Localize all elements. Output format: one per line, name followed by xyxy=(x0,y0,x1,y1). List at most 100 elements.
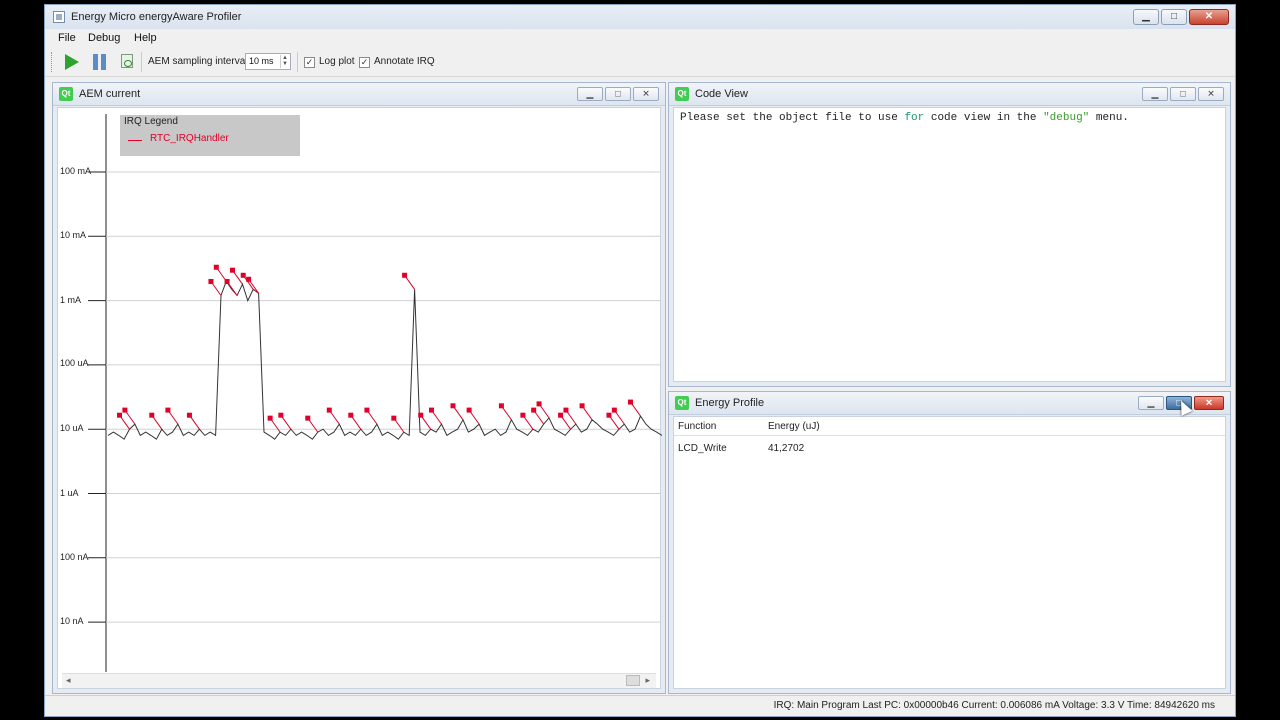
annotate-irq-checkbox[interactable]: ✓ xyxy=(359,57,370,68)
y-tick-label: 1 uA xyxy=(60,488,79,498)
irq-annotation-marker[interactable] xyxy=(418,412,424,418)
irq-annotation-marker[interactable] xyxy=(149,412,155,418)
minimize-icon: ▁ xyxy=(1147,397,1155,408)
title-bar: Energy Micro energyAware Profiler ▁ □ ✕ xyxy=(45,5,1235,30)
minimize-icon: ▁ xyxy=(586,88,594,99)
toolbar-grip[interactable] xyxy=(51,52,55,72)
code-minimize-button[interactable]: ▁ xyxy=(1142,87,1168,101)
irq-annotation-marker[interactable] xyxy=(466,407,472,413)
restore-icon: □ xyxy=(615,88,621,99)
minimize-icon: ▁ xyxy=(1142,11,1150,22)
menu-bar: File Debug Help xyxy=(45,29,1235,47)
qt-icon: Qt xyxy=(675,87,689,101)
energy-minimize-button[interactable]: ▁ xyxy=(1138,396,1164,410)
close-icon: ✕ xyxy=(1207,88,1215,99)
window-title: Energy Micro energyAware Profiler xyxy=(71,11,242,23)
y-tick-label: 100 nA xyxy=(60,552,89,562)
code-close-button[interactable]: ✕ xyxy=(1198,87,1224,101)
column-header-energy[interactable]: Energy (uJ) xyxy=(768,421,820,432)
aem-panel-titlebar[interactable]: Qt AEM current ▁ □ ✕ xyxy=(53,83,665,106)
close-button[interactable]: ✕ xyxy=(1189,9,1229,25)
irq-annotation-marker[interactable] xyxy=(213,264,219,270)
sampling-interval-spinbox[interactable]: 10 ms ▲ ▼ xyxy=(245,53,291,70)
toolbar-separator xyxy=(141,52,142,72)
aem-chart[interactable]: 100 mA 10 mA 1 mA 100 uA 10 uA 1 uA 100 … xyxy=(57,107,662,689)
irq-annotation-marker[interactable] xyxy=(391,415,397,421)
scroll-left-icon[interactable]: ◂ xyxy=(66,675,71,686)
aem-plot-svg xyxy=(88,114,662,672)
pause-icon[interactable] xyxy=(93,54,107,70)
scroll-thumb[interactable] xyxy=(626,675,640,686)
irq-annotation-marker[interactable] xyxy=(606,412,612,418)
irq-annotation-marker[interactable] xyxy=(558,412,564,418)
code-panel-title: Code View xyxy=(695,88,748,100)
irq-annotation-marker[interactable] xyxy=(531,407,537,413)
menu-debug[interactable]: Debug xyxy=(88,32,120,44)
sampling-interval-label: AEM sampling interval xyxy=(148,56,248,67)
sampling-interval-value: 10 ms xyxy=(249,56,274,66)
irq-annotation-marker[interactable] xyxy=(186,412,192,418)
irq-annotation-marker[interactable] xyxy=(364,407,370,413)
y-tick-label: 100 mA xyxy=(60,166,92,176)
row-function: LCD_Write xyxy=(678,443,727,454)
irq-annotation-marker[interactable] xyxy=(165,407,171,413)
table-header: Function Energy (uJ) xyxy=(674,417,1225,436)
irq-annotation-marker[interactable] xyxy=(348,412,354,418)
energy-close-button[interactable]: ✕ xyxy=(1194,396,1224,410)
irq-annotation-marker[interactable] xyxy=(611,407,617,413)
irq-annotation-marker[interactable] xyxy=(224,279,230,285)
restore-icon: □ xyxy=(1180,88,1186,99)
y-tick-label: 10 uA xyxy=(60,423,84,433)
play-icon[interactable] xyxy=(65,54,79,70)
app-icon xyxy=(53,11,65,23)
irq-annotation-marker[interactable] xyxy=(240,272,246,278)
irq-annotation-marker[interactable] xyxy=(117,412,123,418)
aem-restore-button[interactable]: □ xyxy=(605,87,631,101)
irq-annotation-marker[interactable] xyxy=(498,403,504,409)
close-icon: ✕ xyxy=(642,88,650,99)
spin-arrows-icon[interactable]: ▲ ▼ xyxy=(280,55,289,68)
menu-file[interactable]: File xyxy=(58,32,76,44)
irq-annotation-marker[interactable] xyxy=(246,276,252,282)
irq-annotation-marker[interactable] xyxy=(627,399,633,405)
energy-profile-panel: Qt Energy Profile ▁ □ ✕ Function Energy … xyxy=(668,391,1231,694)
irq-annotation-marker[interactable] xyxy=(450,403,456,409)
irq-annotation-marker[interactable] xyxy=(267,415,273,421)
irq-annotation-marker[interactable] xyxy=(122,407,128,413)
irq-annotation-marker[interactable] xyxy=(563,407,569,413)
log-plot-checkbox[interactable]: ✓ xyxy=(304,57,315,68)
minimize-icon: ▁ xyxy=(1151,88,1159,99)
irq-annotation-marker[interactable] xyxy=(229,267,235,273)
irq-annotation-marker[interactable] xyxy=(520,412,526,418)
irq-annotation-marker[interactable] xyxy=(579,403,585,409)
irq-annotation-marker[interactable] xyxy=(402,272,408,278)
toolbar: AEM sampling interval 10 ms ▲ ▼ ✓ Log plo… xyxy=(45,48,1235,77)
horizontal-scrollbar[interactable]: ◂ ▸ xyxy=(62,673,656,688)
code-view-body[interactable]: Please set the object file to use for co… xyxy=(673,107,1226,382)
reset-icon[interactable] xyxy=(121,54,133,68)
column-header-function[interactable]: Function xyxy=(678,421,716,432)
irq-annotation-marker[interactable] xyxy=(326,407,332,413)
y-tick-label: 10 nA xyxy=(60,616,84,626)
aem-minimize-button[interactable]: ▁ xyxy=(577,87,603,101)
energy-panel-titlebar[interactable]: Qt Energy Profile ▁ □ ✕ xyxy=(669,392,1230,415)
energy-panel-title: Energy Profile xyxy=(695,397,765,409)
irq-annotation-marker[interactable] xyxy=(536,401,542,407)
irq-annotation-marker[interactable] xyxy=(305,415,311,421)
y-tick-label: 100 uA xyxy=(60,358,89,368)
minimize-button[interactable]: ▁ xyxy=(1133,9,1159,25)
scroll-right-icon[interactable]: ▸ xyxy=(645,675,650,686)
code-panel-titlebar[interactable]: Qt Code View ▁ □ ✕ xyxy=(669,83,1230,106)
code-restore-button[interactable]: □ xyxy=(1170,87,1196,101)
irq-annotation-marker[interactable] xyxy=(208,279,214,285)
aem-close-button[interactable]: ✕ xyxy=(633,87,659,101)
code-keyword: for xyxy=(904,112,925,124)
legend-swatch xyxy=(128,140,142,141)
maximize-button[interactable]: □ xyxy=(1161,9,1187,25)
close-icon: ✕ xyxy=(1205,397,1213,408)
code-string: "debug" xyxy=(1043,112,1090,124)
menu-help[interactable]: Help xyxy=(134,32,157,44)
irq-legend: IRQ Legend RTC_IRQHandler xyxy=(120,115,300,156)
irq-annotation-marker[interactable] xyxy=(278,412,284,418)
irq-annotation-marker[interactable] xyxy=(428,407,434,413)
